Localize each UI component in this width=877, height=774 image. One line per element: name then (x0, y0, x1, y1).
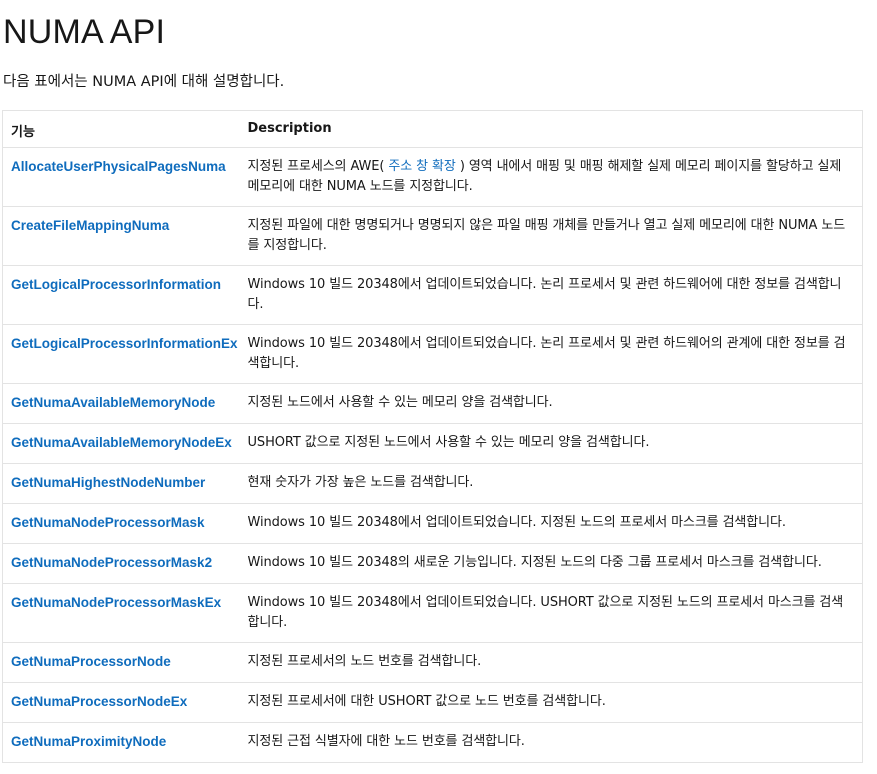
api-link[interactable]: GetNumaHighestNodeNumber (11, 475, 205, 490)
table-row: GetNumaNodeProcessorMask Windows 10 빌드 2… (2, 503, 863, 544)
api-link[interactable]: GetNumaNodeProcessorMaskEx (11, 595, 221, 610)
page-title: NUMA API (3, 13, 166, 51)
api-link[interactable]: GetNumaAvailableMemoryNode (11, 395, 215, 410)
api-name-cell: GetNumaAvailableMemoryNodeEx (2, 423, 240, 464)
table-row: AllocateUserPhysicalPagesNuma 지정된 프로세스의 … (2, 147, 863, 207)
column-header-description: Description (239, 110, 863, 148)
table-row: GetNumaHighestNodeNumber 현재 숫자가 가장 높은 노드… (2, 463, 863, 504)
awe-link[interactable]: 주소 창 확장 (388, 159, 455, 174)
api-link[interactable]: AllocateUserPhysicalPagesNuma (11, 159, 226, 174)
table-row: GetNumaProcessorNodeEx 지정된 프로세서에 대한 USHO… (2, 682, 863, 723)
api-description: Windows 10 빌드 20348에서 업데이트되었습니다. 논리 프로세서… (239, 324, 863, 384)
api-description: 지정된 프로세서의 노드 번호를 검색합니다. (239, 642, 863, 683)
api-name-cell: GetNumaProximityNode (2, 722, 240, 763)
api-link[interactable]: GetNumaProximityNode (11, 734, 166, 749)
api-description: 현재 숫자가 가장 높은 노드를 검색합니다. (239, 463, 863, 504)
api-name-cell: GetLogicalProcessorInformation (2, 265, 240, 325)
api-name-cell: GetLogicalProcessorInformationEx (2, 324, 240, 384)
api-description: 지정된 프로세서에 대한 USHORT 값으로 노드 번호를 검색합니다. (239, 682, 863, 723)
header-row: 기능 Description (2, 110, 863, 148)
api-link[interactable]: GetLogicalProcessorInformation (11, 277, 221, 292)
table-row: GetLogicalProcessorInformationEx Windows… (2, 324, 863, 384)
api-description: Windows 10 빌드 20348의 새로운 기능입니다. 지정된 노드의 … (239, 543, 863, 584)
api-link[interactable]: CreateFileMappingNuma (11, 218, 169, 233)
table-row: GetNumaNodeProcessorMask2 Windows 10 빌드 … (2, 543, 863, 584)
table-row: CreateFileMappingNuma 지정된 파일에 대한 명명되거나 명… (2, 206, 863, 266)
api-description: 지정된 노드에서 사용할 수 있는 메모리 양을 검색합니다. (239, 383, 863, 424)
api-description: USHORT 값으로 지정된 노드에서 사용할 수 있는 메모리 양을 검색합니… (239, 423, 863, 464)
table-header: 기능 Description (2, 110, 863, 148)
api-link[interactable]: GetNumaNodeProcessorMask2 (11, 555, 212, 570)
column-header-feature: 기능 (2, 110, 240, 148)
api-link[interactable]: GetNumaAvailableMemoryNodeEx (11, 435, 232, 450)
api-name-cell: CreateFileMappingNuma (2, 206, 240, 266)
api-name-cell: GetNumaNodeProcessorMaskEx (2, 583, 240, 643)
api-link[interactable]: GetNumaProcessorNode (11, 654, 171, 669)
table-body: AllocateUserPhysicalPagesNuma 지정된 프로세스의 … (2, 147, 863, 763)
description-text: 지정된 프로세스의 AWE( (247, 159, 389, 174)
api-link[interactable]: GetNumaProcessorNodeEx (11, 694, 187, 709)
api-description: 지정된 근접 식별자에 대한 노드 번호를 검색합니다. (239, 722, 863, 763)
table-row: GetNumaProximityNode 지정된 근접 식별자에 대한 노드 번… (2, 722, 863, 763)
api-name-cell: GetNumaNodeProcessorMask2 (2, 543, 240, 584)
api-name-cell: GetNumaNodeProcessorMask (2, 503, 240, 544)
api-description: Windows 10 빌드 20348에서 업데이트되었습니다. USHORT … (239, 583, 863, 643)
api-description: Windows 10 빌드 20348에서 업데이트되었습니다. 지정된 노드의… (239, 503, 863, 544)
table-row: GetNumaAvailableMemoryNodeEx USHORT 값으로 … (2, 423, 863, 464)
api-name-cell: AllocateUserPhysicalPagesNuma (2, 147, 240, 207)
intro-text: 다음 표에서는 NUMA API에 대해 설명합니다. (3, 74, 285, 90)
api-description: Windows 10 빌드 20348에서 업데이트되었습니다. 논리 프로세서… (239, 265, 863, 325)
api-link[interactable]: GetLogicalProcessorInformationEx (11, 336, 238, 351)
api-name-cell: GetNumaProcessorNode (2, 642, 240, 683)
numa-api-table: 기능 Description AllocateUserPhysicalPages… (2, 110, 863, 763)
api-name-cell: GetNumaAvailableMemoryNode (2, 383, 240, 424)
api-name-cell: GetNumaHighestNodeNumber (2, 463, 240, 504)
api-description: 지정된 파일에 대한 명명되거나 명명되지 않은 파일 매핑 개체를 만들거나 … (239, 206, 863, 266)
api-link[interactable]: GetNumaNodeProcessorMask (11, 515, 205, 530)
table-row: GetNumaProcessorNode 지정된 프로세서의 노드 번호를 검색… (2, 642, 863, 683)
api-description-cell: 지정된 프로세스의 AWE( 주소 창 확장 ) 영역 내에서 매핑 및 매핑 … (239, 147, 863, 207)
table-row: GetLogicalProcessorInformation Windows 1… (2, 265, 863, 325)
table-row: GetNumaAvailableMemoryNode 지정된 노드에서 사용할 … (2, 383, 863, 424)
table-row: GetNumaNodeProcessorMaskEx Windows 10 빌드… (2, 583, 863, 643)
api-name-cell: GetNumaProcessorNodeEx (2, 682, 240, 723)
